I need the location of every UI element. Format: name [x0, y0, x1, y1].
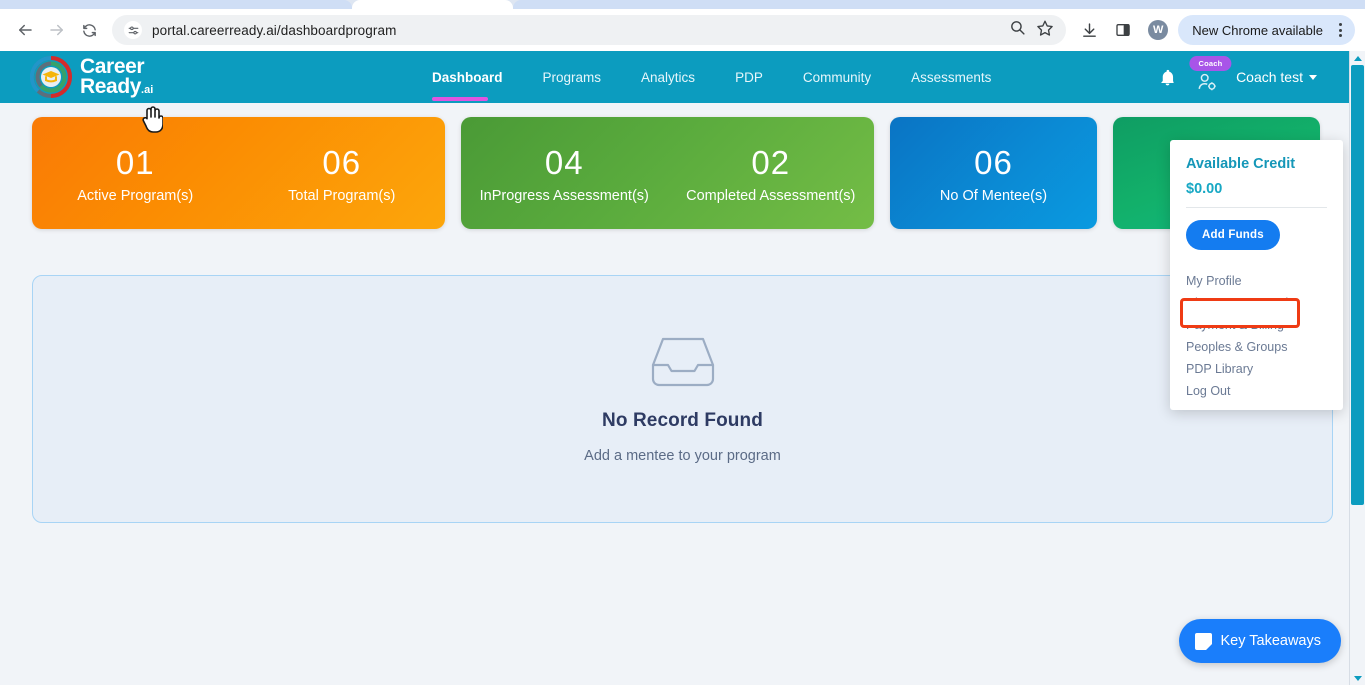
download-icon[interactable]: [1074, 15, 1104, 45]
menu-item-log-out[interactable]: Log Out: [1170, 380, 1343, 402]
user-menu-button[interactable]: Coach test: [1236, 69, 1317, 85]
dropdown-links: My Profile Change Password Payment & Bil…: [1170, 266, 1343, 402]
user-dropdown-menu: Available Credit $0.00 Add Funds My Prof…: [1170, 140, 1343, 410]
role-badge: Coach: [1189, 56, 1231, 71]
stat-value: 06: [247, 142, 438, 183]
key-takeaways-label: Key Takeaways: [1221, 633, 1321, 649]
logo-line1: Career: [80, 57, 153, 77]
menu-item-change-password[interactable]: Change Password: [1170, 292, 1343, 314]
stat-label: Total Program(s): [247, 188, 438, 204]
logo-emblem-icon: [30, 56, 72, 98]
nav-item-programs[interactable]: Programs: [523, 51, 622, 103]
logo-wordmark: Career Ready.ai: [80, 57, 153, 97]
nav-item-dashboard[interactable]: Dashboard: [432, 51, 523, 103]
nav-item-assessments[interactable]: Assessments: [891, 51, 1011, 103]
app-header-actions: Coach Coach test: [1156, 51, 1317, 103]
nav-label: PDP: [735, 70, 763, 85]
stat-active-programs: 01 Active Program(s): [32, 142, 239, 203]
empty-state-title: No Record Found: [602, 410, 763, 432]
address-bar[interactable]: portal.careerready.ai/dashboardprogram: [112, 15, 1066, 45]
star-bookmark-icon[interactable]: [1036, 19, 1054, 42]
stat-completed-assessments: 02 Completed Assessment(s): [668, 142, 875, 203]
side-panel-icon[interactable]: [1108, 15, 1138, 45]
back-arrow-icon[interactable]: [10, 15, 40, 45]
scroll-up-arrow-icon[interactable]: [1350, 51, 1365, 65]
scroll-down-arrow-icon[interactable]: [1350, 671, 1365, 685]
stat-cards: 01 Active Program(s) 06 Total Program(s)…: [0, 103, 1365, 229]
inbox-tray-icon: [649, 335, 717, 396]
chrome-update-button[interactable]: New Chrome available: [1178, 15, 1355, 45]
toolbar-right-actions: W New Chrome available: [1074, 15, 1355, 45]
logo-suffix: .ai: [141, 84, 153, 96]
profile-avatar[interactable]: W: [1148, 20, 1168, 40]
active-tab[interactable]: [352, 0, 513, 9]
empty-state-subtitle: Add a mentee to your program: [584, 448, 781, 464]
stat-value: 04: [469, 142, 660, 183]
stat-value: 01: [40, 142, 231, 183]
stat-label: Completed Assessment(s): [676, 188, 867, 204]
menu-item-payment-billing[interactable]: Payment & Billing: [1170, 314, 1343, 336]
menu-item-pdp-library[interactable]: PDP Library: [1170, 358, 1343, 380]
stat-card-assessments[interactable]: 04 InProgress Assessment(s) 02 Completed…: [461, 117, 874, 229]
browser-window: portal.careerready.ai/dashboardprogram W…: [0, 0, 1365, 685]
tab-strip: [0, 0, 1365, 9]
key-takeaways-button[interactable]: Key Takeaways: [1179, 619, 1341, 663]
kebab-menu-icon[interactable]: [1329, 19, 1351, 41]
stat-label: InProgress Assessment(s): [469, 188, 660, 204]
user-name-label: Coach test: [1236, 69, 1303, 85]
mentee-list-panel: No Record Found Add a mentee to your pro…: [32, 275, 1333, 523]
nav-item-pdp[interactable]: PDP: [715, 51, 783, 103]
stat-value: 06: [898, 142, 1089, 183]
zoom-search-icon[interactable]: [1009, 19, 1026, 41]
nav-label: Community: [803, 70, 871, 85]
reload-icon[interactable]: [74, 15, 104, 45]
stat-card-programs[interactable]: 01 Active Program(s) 06 Total Program(s): [32, 117, 445, 229]
main-navigation: Dashboard Programs Analytics PDP Communi…: [432, 51, 1011, 103]
scrollbar-thumb[interactable]: [1351, 65, 1364, 505]
note-card-icon: [1195, 633, 1212, 650]
nav-label: Dashboard: [432, 70, 503, 85]
app-header: Career Ready.ai Dashboard Programs Analy…: [0, 51, 1365, 103]
chrome-update-label: New Chrome available: [1192, 23, 1323, 38]
background-tab-left[interactable]: [0, 0, 352, 9]
stat-value: 02: [676, 142, 867, 183]
nav-label: Assessments: [911, 70, 991, 85]
stat-label: No Of Mentee(s): [898, 188, 1089, 204]
menu-item-peoples-groups[interactable]: Peoples & Groups: [1170, 336, 1343, 358]
nav-item-analytics[interactable]: Analytics: [621, 51, 715, 103]
web-page: Career Ready.ai Dashboard Programs Analy…: [0, 51, 1365, 685]
nav-item-community[interactable]: Community: [783, 51, 891, 103]
person-settings-icon[interactable]: Coach: [1194, 51, 1220, 103]
site-settings-icon[interactable]: [124, 21, 142, 39]
stat-label: Active Program(s): [40, 188, 231, 204]
stat-total-programs: 06 Total Program(s): [239, 142, 446, 203]
menu-item-my-profile[interactable]: My Profile: [1170, 270, 1343, 292]
bell-icon[interactable]: [1156, 66, 1178, 88]
stat-inprogress-assessments: 04 InProgress Assessment(s): [461, 142, 668, 203]
forward-arrow-icon[interactable]: [42, 15, 72, 45]
available-credit-amount: $0.00: [1186, 181, 1327, 197]
url-text[interactable]: portal.careerready.ai/dashboardprogram: [152, 23, 396, 38]
add-funds-button[interactable]: Add Funds: [1186, 220, 1280, 250]
browser-toolbar: portal.careerready.ai/dashboardprogram W…: [0, 9, 1365, 51]
available-credit-title: Available Credit: [1186, 156, 1327, 172]
page-scrollbar[interactable]: [1350, 51, 1365, 685]
background-tab-right[interactable]: [513, 0, 1365, 9]
logo-line2: Ready: [80, 75, 141, 98]
careerready-logo[interactable]: Career Ready.ai: [30, 56, 153, 98]
nav-label: Programs: [543, 70, 602, 85]
available-credit-section: Available Credit $0.00: [1170, 140, 1343, 208]
add-funds-row: Add Funds: [1170, 208, 1343, 266]
nav-label: Analytics: [641, 70, 695, 85]
stat-mentees: 06 No Of Mentee(s): [890, 142, 1097, 203]
stat-card-mentees[interactable]: 06 No Of Mentee(s): [890, 117, 1097, 229]
chevron-down-icon: [1309, 75, 1317, 80]
